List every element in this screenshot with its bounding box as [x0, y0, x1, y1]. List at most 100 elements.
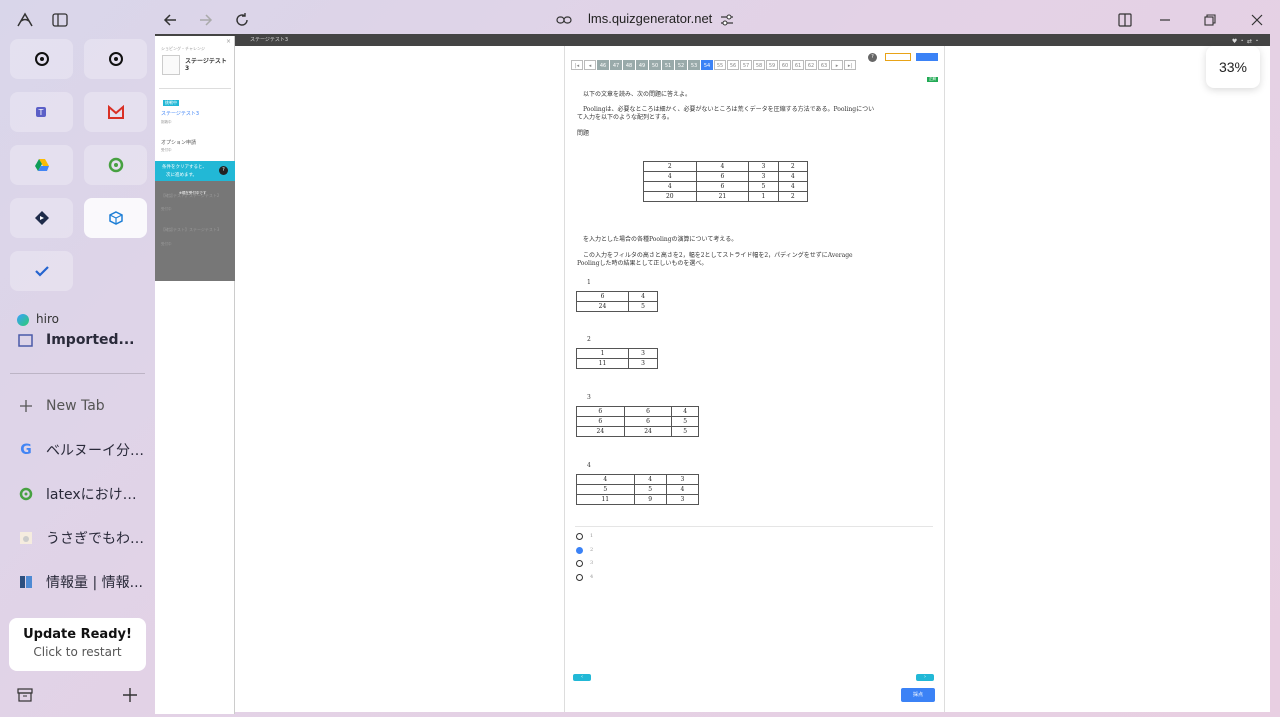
locked-item-sub: 受付中 — [161, 242, 172, 246]
matrix-cell: 5 — [748, 181, 779, 192]
panel-item-stage3[interactable]: ステージテスト3 — [161, 110, 199, 117]
menu-button[interactable] — [916, 53, 938, 61]
bookmark-button[interactable] — [885, 53, 911, 61]
answer-radio[interactable] — [576, 546, 583, 554]
pagination: |◂ ◂ 46 47 48 49 50 51 52 53 54 55 56 57 58 59 60 61 62 63 ▸… — [571, 52, 857, 71]
gmail-icon — [107, 105, 124, 119]
page-number-button[interactable]: 63 — [818, 60, 830, 70]
page-number-button[interactable]: 48 — [623, 60, 635, 70]
next-page-button[interactable]: ▸ — [831, 60, 843, 70]
page-number-button[interactable]: 49 — [636, 60, 648, 70]
imported-folder[interactable]: Imported... — [10, 327, 150, 353]
prev-page-button[interactable]: ◂ — [584, 60, 596, 70]
url-text[interactable]: lms.quizgenerator.net — [588, 11, 712, 26]
page-number-button[interactable]: 53 — [688, 60, 700, 70]
last-page-button[interactable]: ▸| — [844, 60, 856, 70]
update-subtitle: Click to restart — [33, 645, 122, 659]
matrix-cell: 1 — [748, 191, 779, 202]
answer-radio[interactable] — [576, 573, 583, 581]
new-tab-label: New Tab — [46, 398, 105, 414]
pinned-drive[interactable] — [10, 145, 73, 185]
matrix-row: 13 — [576, 348, 659, 359]
tab-item[interactable]: 情報量 | 情報... — [10, 567, 150, 597]
rabbit-favicon-icon — [18, 530, 34, 546]
matrix-row: 11 9 3 — [576, 494, 700, 505]
page-number-button[interactable]: 54 — [701, 60, 713, 70]
close-window-icon[interactable] — [1246, 9, 1268, 31]
matrix-cell: 4 — [627, 291, 659, 302]
forward-arrow-icon[interactable] — [195, 9, 217, 31]
panel-close-icon[interactable]: × — [226, 38, 231, 45]
panel-item-option-sub: 受付中 — [161, 148, 172, 152]
new-tab-button[interactable]: New Tab — [10, 391, 150, 421]
page-number-button[interactable]: 60 — [779, 60, 791, 70]
next-question-button[interactable]: › — [916, 674, 934, 681]
page-number-button[interactable]: 61 — [792, 60, 804, 70]
help-icon[interactable]: ? — [868, 53, 877, 62]
tab-item[interactable]: うさぎでもわか... — [10, 523, 150, 553]
page-number-button[interactable]: 57 — [740, 60, 752, 70]
pinned-app-dark[interactable] — [10, 198, 73, 238]
page-number-button[interactable]: 56 — [727, 60, 739, 70]
link-icon — [553, 9, 575, 31]
status-badge: 挑戦中 — [163, 100, 179, 106]
top-strip-controls[interactable]: ♥ ・ ⇄ ・ — [1232, 36, 1260, 45]
pinned-overleaf-1[interactable] — [84, 145, 147, 185]
pinned-teams[interactable]: T — [10, 92, 73, 132]
page-number-button[interactable]: 59 — [766, 60, 778, 70]
matrix-cell: 3 — [748, 171, 779, 182]
overleaf-icon — [108, 157, 123, 173]
pinned-chatgpt-1[interactable] — [10, 39, 73, 79]
restore-icon[interactable] — [1199, 9, 1221, 31]
split-view-icon[interactable] — [1114, 9, 1136, 31]
drive-icon — [34, 159, 49, 171]
pinned-chatgpt-2[interactable] — [84, 39, 147, 79]
back-arrow-icon[interactable] — [159, 9, 181, 31]
tab-item[interactable]: G ベルヌーイ分布... — [10, 435, 150, 465]
matrix-cell: 5 — [671, 426, 699, 437]
answer-radio[interactable] — [576, 560, 583, 567]
google-icon: G — [20, 442, 32, 458]
pinned-quizgenerator[interactable] — [84, 198, 147, 238]
submit-button[interactable]: 採点 — [901, 688, 935, 702]
reload-icon[interactable] — [231, 9, 253, 31]
page-number-button[interactable]: 47 — [610, 60, 622, 70]
chatgpt-icon — [34, 52, 49, 66]
panel-item-option[interactable]: オプション申請 — [161, 139, 196, 146]
update-ready-card[interactable]: Update Ready! Click to restart — [9, 618, 146, 671]
plus-icon — [18, 398, 34, 414]
course-thumbnail — [162, 55, 180, 75]
page-number-button[interactable]: 50 — [649, 60, 661, 70]
teams-icon: T — [35, 107, 46, 117]
page-number-button[interactable]: 51 — [662, 60, 674, 70]
matrix-cell: 5 — [671, 416, 699, 427]
app-diamond-icon — [34, 211, 49, 225]
add-icon[interactable] — [119, 684, 141, 706]
profile-name[interactable]: hiro — [36, 312, 59, 326]
page-number-button[interactable]: 55 — [714, 60, 726, 70]
first-page-button[interactable]: |◂ — [571, 60, 583, 70]
book-favicon-icon — [18, 574, 34, 590]
matrix-cell: 4 — [665, 484, 700, 495]
prev-question-button[interactable]: ‹ — [573, 674, 591, 681]
option-number: 4 — [587, 462, 591, 469]
page-number-button[interactable]: 58 — [753, 60, 765, 70]
page-number-button[interactable]: 62 — [805, 60, 817, 70]
minimize-icon[interactable] — [1154, 9, 1176, 31]
page-number-button[interactable]: 52 — [675, 60, 687, 70]
matrix-row: 664 — [576, 406, 699, 417]
zoom-indicator: 33% — [1206, 46, 1260, 88]
answer-radio[interactable] — [576, 533, 583, 540]
matrix-cell: 6 — [576, 406, 625, 417]
pinned-gmail[interactable] — [84, 92, 147, 132]
top-strip: ステージテスト3 ♥ ・ ⇄ ・ — [155, 34, 1270, 46]
sidebar-divider — [10, 373, 145, 374]
archive-icon[interactable] — [14, 684, 36, 706]
page-number-button[interactable]: 46 — [597, 60, 609, 70]
pinned-todo[interactable] — [10, 251, 73, 291]
arc-logo-icon[interactable] — [14, 9, 36, 31]
sidebar-toggle-icon[interactable] — [49, 9, 71, 31]
site-settings-icon[interactable] — [716, 9, 738, 31]
matrix-cell: 4 — [777, 171, 809, 182]
tab-item[interactable]: latexにおける... — [10, 479, 150, 509]
